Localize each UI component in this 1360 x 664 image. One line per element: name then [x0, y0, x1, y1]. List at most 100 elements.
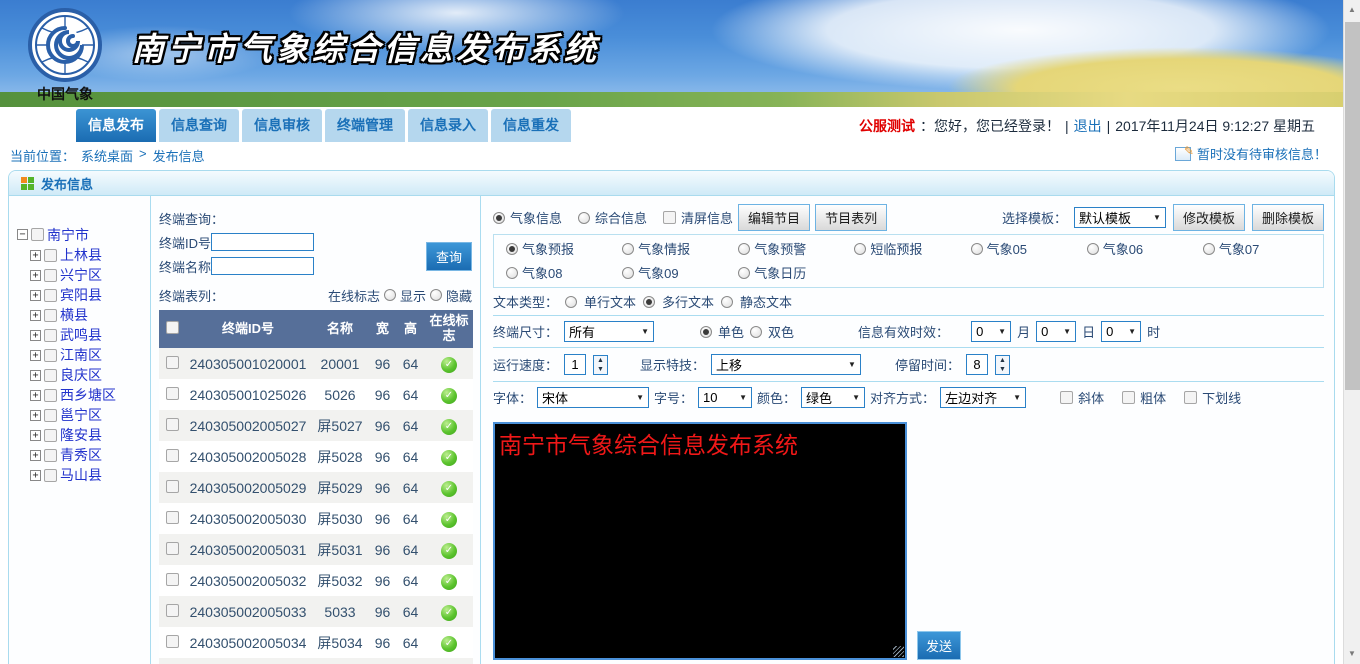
- tree-item-binyang[interactable]: + 宾阳县: [30, 285, 150, 305]
- run-speed-spinner[interactable]: ▲ ▼: [593, 355, 608, 375]
- tree-checkbox[interactable]: [44, 269, 57, 282]
- terminal-name-input[interactable]: [211, 257, 314, 275]
- vertical-scrollbar[interactable]: ▲ ▼: [1343, 0, 1360, 664]
- tree-checkbox[interactable]: [44, 329, 57, 342]
- weather-type-option[interactable]: 气象06: [1087, 239, 1203, 258]
- run-speed-input[interactable]: 1: [564, 354, 586, 375]
- table-row[interactable]: 24030500102502650269664✓: [159, 379, 473, 410]
- scrollbar-thumb[interactable]: [1345, 22, 1360, 390]
- tree-checkbox[interactable]: [44, 389, 57, 402]
- font-select[interactable]: 宋体 ▼: [537, 387, 649, 408]
- expand-icon[interactable]: +: [30, 410, 41, 421]
- scroll-up-icon[interactable]: ▲: [1344, 2, 1360, 18]
- single-line-radio[interactable]: [565, 296, 577, 308]
- row-checkbox[interactable]: [166, 604, 179, 617]
- validity-hour-select[interactable]: 0 ▼: [1101, 321, 1141, 342]
- tree-label[interactable]: 青秀区: [60, 445, 102, 465]
- weather-type-option[interactable]: 气象预报: [506, 239, 622, 258]
- tree-item-longan[interactable]: +隆安县: [30, 425, 150, 445]
- tree-label[interactable]: 武鸣县: [60, 325, 102, 345]
- weather-type-option[interactable]: 气象05: [971, 239, 1087, 258]
- row-checkbox[interactable]: [166, 449, 179, 462]
- terminal-id-input[interactable]: [211, 233, 314, 251]
- row-checkbox[interactable]: [166, 356, 179, 369]
- spin-down-icon[interactable]: ▼: [996, 365, 1009, 374]
- tree-checkbox[interactable]: [31, 228, 44, 241]
- bold-checkbox[interactable]: [1122, 391, 1135, 404]
- multi-line-radio[interactable]: [643, 296, 655, 308]
- collapse-icon[interactable]: −: [17, 229, 28, 240]
- table-row[interactable]: 240305002005029屏50299664✓: [159, 472, 473, 503]
- tree-item-shanglin[interactable]: +上林县: [30, 245, 150, 265]
- message-preview[interactable]: 南宁市气象综合信息发布系统: [493, 422, 907, 660]
- weather-info-radio[interactable]: [493, 212, 505, 224]
- fontsize-select[interactable]: 10 ▼: [698, 387, 752, 408]
- tree-checkbox[interactable]: [44, 429, 57, 442]
- validity-day-select[interactable]: 0 ▼: [1036, 321, 1076, 342]
- tree-checkbox[interactable]: [44, 289, 57, 302]
- tree-label[interactable]: 南宁市: [47, 225, 89, 245]
- expand-icon[interactable]: +: [30, 250, 41, 261]
- row-checkbox[interactable]: [166, 387, 179, 400]
- weather-type-option[interactable]: 气象情报: [622, 239, 738, 258]
- tree-item-yongning[interactable]: + 邕宁区: [30, 405, 150, 425]
- table-row[interactable]: 240305001020001200019664✓: [159, 348, 473, 379]
- row-checkbox[interactable]: [166, 573, 179, 586]
- spin-up-icon[interactable]: ▲: [594, 356, 607, 365]
- row-checkbox[interactable]: [166, 480, 179, 493]
- tree-item-xingning[interactable]: +兴宁区: [30, 265, 150, 285]
- tree-item-jiangnan[interactable]: + 江南区: [30, 345, 150, 365]
- row-checkbox[interactable]: [166, 511, 179, 524]
- table-row[interactable]: 240305002005030屏50309664✓: [159, 503, 473, 534]
- program-list-button[interactable]: 节目表列: [815, 204, 887, 231]
- expand-icon[interactable]: +: [30, 330, 41, 341]
- select-all-checkbox[interactable]: [166, 321, 179, 334]
- tree-checkbox[interactable]: [44, 409, 57, 422]
- table-row[interactable]: 240305002005034屏50349664✓: [159, 627, 473, 658]
- expand-icon[interactable]: +: [30, 350, 41, 361]
- color-select[interactable]: 绿色 ▼: [801, 387, 865, 408]
- weather-type-option[interactable]: 气象09: [622, 263, 738, 282]
- row-checkbox[interactable]: [166, 635, 179, 648]
- tree-checkbox[interactable]: [44, 449, 57, 462]
- tree-label[interactable]: 宾阳县: [60, 285, 102, 305]
- italic-checkbox[interactable]: [1060, 391, 1073, 404]
- tree-label[interactable]: 邕宁区: [60, 405, 102, 425]
- spin-down-icon[interactable]: ▼: [594, 365, 607, 374]
- static-text-radio[interactable]: [721, 296, 733, 308]
- underline-checkbox[interactable]: [1184, 391, 1197, 404]
- tree-checkbox[interactable]: [44, 469, 57, 482]
- tree-label[interactable]: 横县: [60, 305, 88, 325]
- clear-screen-checkbox[interactable]: [663, 211, 676, 224]
- tab-info-query[interactable]: 信息查询: [159, 109, 239, 142]
- tree-checkbox[interactable]: [44, 249, 57, 262]
- table-row[interactable]: 240305002005036屏50369664✓: [159, 658, 473, 664]
- expand-icon[interactable]: +: [30, 390, 41, 401]
- tree-label[interactable]: 西乡塘区: [60, 385, 116, 405]
- mono-color-radio[interactable]: [700, 326, 712, 338]
- weather-type-option[interactable]: 气象预警: [738, 239, 854, 258]
- edit-program-button[interactable]: 编辑节目: [738, 204, 810, 231]
- tree-item-xixiangtang[interactable]: + 西乡塘区: [30, 385, 150, 405]
- table-row[interactable]: 240305002005028屏50289664✓: [159, 441, 473, 472]
- expand-icon[interactable]: +: [30, 470, 41, 481]
- logout-link[interactable]: 退出: [1074, 116, 1102, 136]
- tab-info-entry[interactable]: 信息录入: [408, 109, 488, 142]
- send-button[interactable]: 发送: [917, 631, 961, 660]
- tab-info-publish[interactable]: 信息发布: [76, 109, 156, 142]
- tree-label[interactable]: 江南区: [60, 345, 102, 365]
- expand-icon[interactable]: +: [30, 290, 41, 301]
- scroll-down-icon[interactable]: ▼: [1344, 646, 1360, 662]
- weather-type-option[interactable]: 短临预报: [854, 239, 970, 258]
- row-checkbox[interactable]: [166, 418, 179, 431]
- effect-select[interactable]: 上移 ▼: [711, 354, 861, 375]
- table-row[interactable]: 240305002005032屏50329664✓: [159, 565, 473, 596]
- tree-item-liangqing[interactable]: +良庆区: [30, 365, 150, 385]
- tree-label[interactable]: 良庆区: [60, 365, 102, 385]
- hide-radio[interactable]: [430, 289, 442, 301]
- spin-up-icon[interactable]: ▲: [996, 356, 1009, 365]
- expand-icon[interactable]: +: [30, 450, 41, 461]
- tree-label[interactable]: 兴宁区: [60, 265, 102, 285]
- tab-info-resend[interactable]: 信息重发: [491, 109, 571, 142]
- tree-label[interactable]: 隆安县: [60, 425, 102, 445]
